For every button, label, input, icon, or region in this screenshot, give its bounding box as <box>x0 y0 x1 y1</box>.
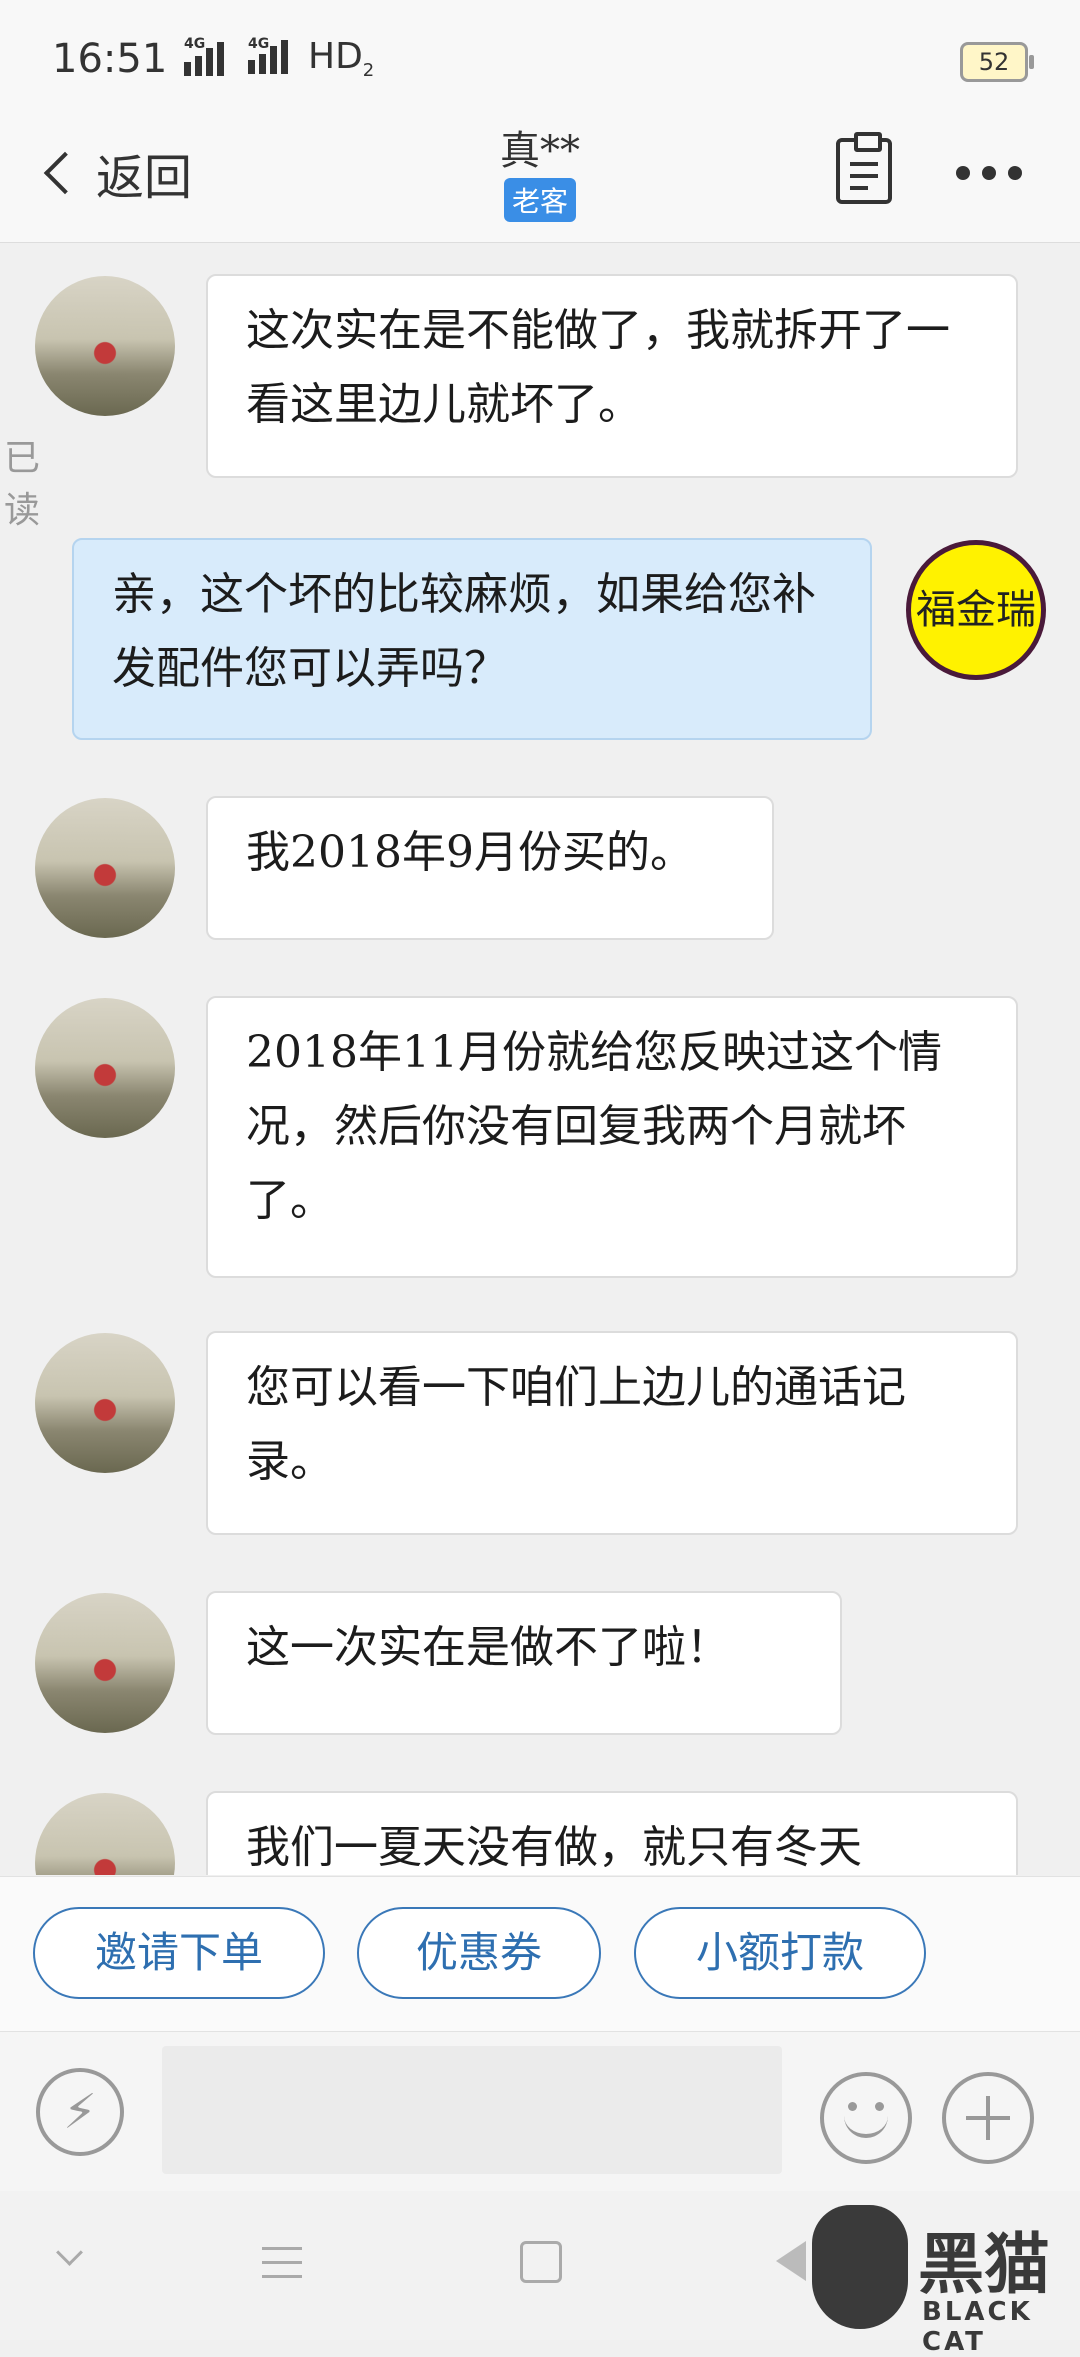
plus-icon[interactable] <box>942 2072 1034 2164</box>
shop-avatar[interactable]: 福金瑞 <box>906 540 1046 680</box>
clipboard-icon[interactable] <box>836 132 892 204</box>
status-time: 16:51 <box>52 36 168 82</box>
message-bubble[interactable]: 2018年11月份就给您反映过这个情况，然后你没有回复我两个月就坏了。 <box>206 996 1018 1278</box>
customer-avatar[interactable] <box>35 798 175 938</box>
menu-icon[interactable] <box>262 2247 302 2289</box>
message-bubble[interactable]: 这一次实在是做不了啦！ <box>206 1591 842 1735</box>
message-bubble-outgoing[interactable]: 亲，这个坏的比较麻烦，如果给您补发配件您可以弄吗？ <box>72 538 872 740</box>
customer-avatar[interactable] <box>35 1333 175 1473</box>
customer-avatar[interactable] <box>35 998 175 1138</box>
read-status: 已读 <box>4 438 41 531</box>
hd-indicator: HD2 <box>308 36 375 82</box>
message-bubble[interactable]: 这次实在是不能做了，我就拆开了一看这里边儿就坏了。 <box>206 274 1018 478</box>
input-bar: ⚡ <box>0 2031 1080 2192</box>
message-input[interactable] <box>162 2046 782 2174</box>
watermark-logo <box>812 2205 908 2329</box>
back-button[interactable]: 返回 <box>43 138 193 208</box>
chat-title-block: 真** 老客 <box>440 118 640 222</box>
customer-avatar[interactable] <box>35 1593 175 1733</box>
signal-icon: 4G <box>184 36 224 76</box>
customer-avatar[interactable] <box>35 276 175 416</box>
lightning-icon[interactable]: ⚡ <box>36 2068 124 2156</box>
system-nav-bar: 黑猫 BLACK CAT <box>0 2191 1080 2357</box>
home-icon[interactable] <box>520 2241 562 2283</box>
contact-name: 真** <box>500 128 580 174</box>
signal-icon-2: 4G <box>248 36 288 74</box>
customer-avatar[interactable] <box>35 1793 175 1875</box>
quick-actions-bar: 邀请下单 优惠券 小额打款 <box>0 1876 1080 2032</box>
customer-badge: 老客 <box>503 178 576 222</box>
more-options-icon[interactable] <box>956 166 1022 180</box>
watermark-text: 黑猫 <box>918 2225 1050 2303</box>
coupon-button[interactable]: 优惠券 <box>357 1907 601 1999</box>
back-label: 返回 <box>96 150 193 206</box>
small-payment-button[interactable]: 小额打款 <box>634 1907 926 1999</box>
emoji-icon[interactable] <box>820 2072 912 2164</box>
chevron-left-icon <box>43 151 87 195</box>
message-bubble[interactable]: 我们一夏天没有做，就只有冬天 <box>206 1791 1018 1875</box>
chevron-down-icon[interactable] <box>56 2239 83 2266</box>
chat-header: 返回 真** 老客 <box>0 110 1080 243</box>
watermark-subtext: BLACK CAT <box>922 2297 1033 2357</box>
status-bar: 16:51 4G 4G HD2 52 <box>0 0 1080 110</box>
back-triangle-icon[interactable] <box>776 2241 806 2281</box>
invite-order-button[interactable]: 邀请下单 <box>33 1907 325 1999</box>
chat-area[interactable]: 这次实在是不能做了，我就拆开了一看这里边儿就坏了。 已读 亲，这个坏的比较麻烦，… <box>0 243 1080 1875</box>
message-bubble[interactable]: 我2018年9月份买的。 <box>206 796 774 940</box>
message-bubble[interactable]: 您可以看一下咱们上边儿的通话记录。 <box>206 1331 1018 1535</box>
battery-icon: 52 <box>960 42 1034 82</box>
